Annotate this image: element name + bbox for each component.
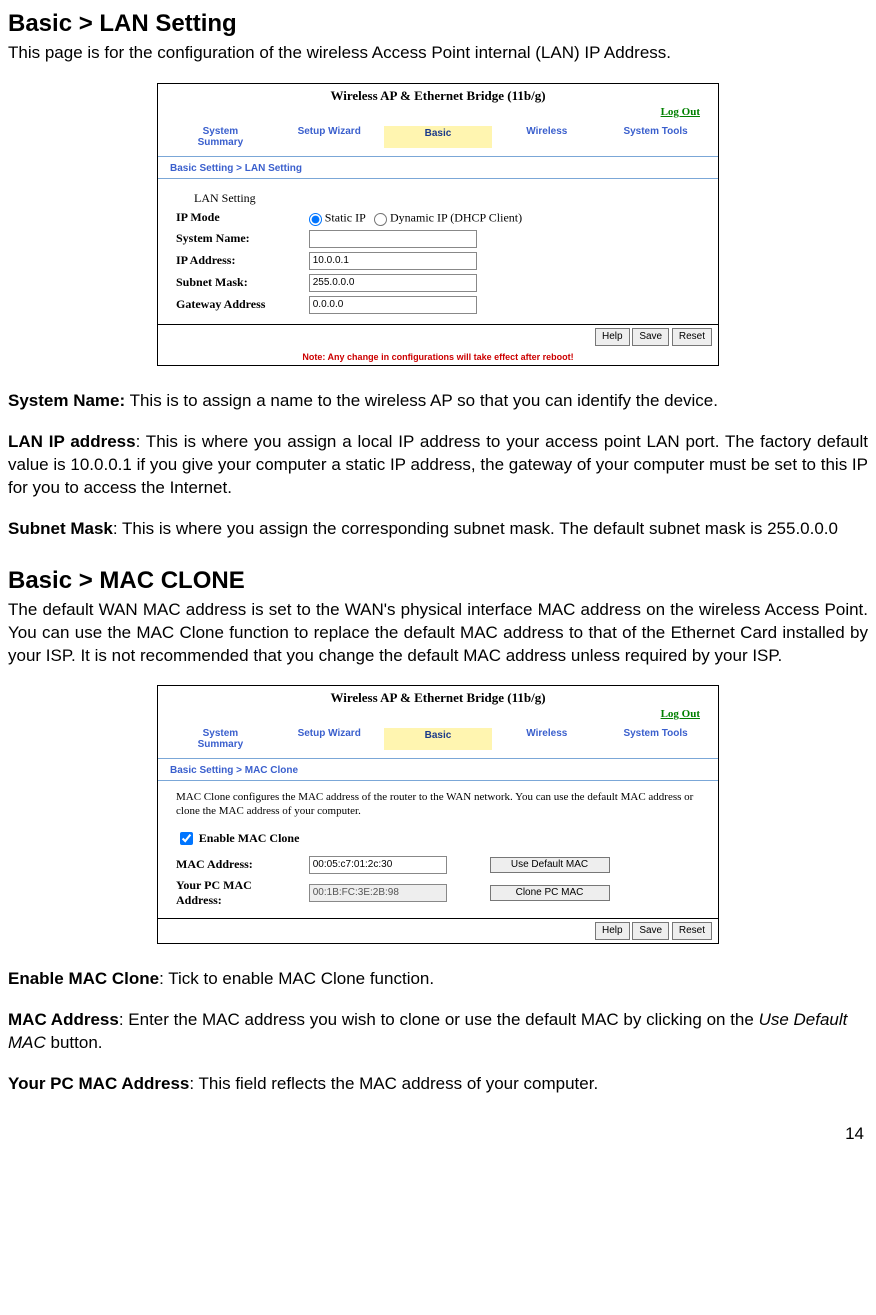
section-intro-mac: The default WAN MAC address is set to th… [8, 599, 868, 668]
reset-button[interactable]: Reset [672, 328, 712, 346]
mac-form: MAC Clone configures the MAC address of … [158, 785, 718, 918]
use-default-mac-button[interactable]: Use Default MAC [490, 857, 610, 873]
section-heading-mac: Basic > MAC CLONE [8, 567, 868, 595]
reset-button[interactable]: Reset [672, 922, 712, 940]
breadcrumb: Basic Setting > LAN Setting [158, 157, 718, 179]
reboot-note: Note: Any change in configurations will … [158, 349, 718, 365]
def-subnet-mask: Subnet Mask: This is where you assign th… [8, 518, 868, 541]
panel-title: Wireless AP & Ethernet Bridge (11b/g) [158, 686, 718, 708]
subnet-mask-input[interactable] [309, 274, 477, 292]
pc-mac-label: Your PC MACAddress: [176, 878, 306, 908]
clone-description: MAC Clone configures the MAC address of … [176, 789, 700, 825]
mac-panel: Wireless AP & Ethernet Bridge (11b/g) Lo… [157, 685, 719, 944]
button-row: Help Save Reset [158, 324, 718, 349]
ip-mode-label: IP Mode [176, 210, 306, 225]
help-button[interactable]: Help [595, 922, 630, 940]
nav-basic[interactable]: Basic [384, 728, 493, 750]
panel-title: Wireless AP & Ethernet Bridge (11b/g) [158, 84, 718, 106]
mac-address-label: MAC Address: [176, 857, 306, 872]
subnet-mask-label: Subnet Mask: [176, 275, 306, 290]
nav-system-summary[interactable]: SystemSummary [166, 126, 275, 148]
lan-setting-label: LAN Setting [194, 191, 256, 205]
nav-setup-wizard[interactable]: Setup Wizard [275, 126, 384, 148]
nav-wireless[interactable]: Wireless [492, 728, 601, 750]
help-button[interactable]: Help [595, 328, 630, 346]
logout-link[interactable]: Log Out [661, 708, 700, 720]
static-ip-radio[interactable] [309, 213, 322, 226]
nav-basic[interactable]: Basic [384, 126, 493, 148]
ip-address-input[interactable] [309, 252, 477, 270]
system-name-label: System Name: [176, 231, 306, 246]
system-name-input[interactable] [309, 230, 477, 248]
nav-system-tools[interactable]: System Tools [601, 728, 710, 750]
ip-address-label: IP Address: [176, 253, 306, 268]
gateway-input[interactable] [309, 296, 477, 314]
section-intro-lan: This page is for the configuration of th… [8, 42, 868, 65]
save-button[interactable]: Save [632, 328, 669, 346]
static-ip-label: Static IP [325, 210, 366, 224]
gateway-label: Gateway Address [176, 297, 306, 312]
nav-setup-wizard[interactable]: Setup Wizard [275, 728, 384, 750]
enable-mac-clone-label: Enable MAC Clone [199, 831, 300, 845]
nav-bar: SystemSummary Setup Wizard Basic Wireles… [158, 724, 718, 759]
clone-pc-mac-button[interactable]: Clone PC MAC [490, 885, 610, 901]
logout-link[interactable]: Log Out [661, 106, 700, 118]
pc-mac-input [309, 884, 447, 902]
enable-mac-clone-checkbox[interactable] [180, 832, 193, 845]
def-pc-mac-address: Your PC MAC Address: This field reflects… [8, 1073, 868, 1096]
section-heading-lan: Basic > LAN Setting [8, 10, 868, 38]
button-row: Help Save Reset [158, 918, 718, 943]
lan-form: LAN Setting IP Mode Static IP Dynamic IP… [158, 183, 718, 324]
def-lan-ip: LAN IP address: This is where you assign… [8, 431, 868, 500]
lan-panel-wrap: Wireless AP & Ethernet Bridge (11b/g) Lo… [8, 83, 868, 366]
save-button[interactable]: Save [632, 922, 669, 940]
dynamic-ip-label: Dynamic IP (DHCP Client) [390, 210, 522, 224]
breadcrumb: Basic Setting > MAC Clone [158, 759, 718, 781]
nav-system-summary[interactable]: SystemSummary [166, 728, 275, 750]
nav-bar: SystemSummary Setup Wizard Basic Wireles… [158, 122, 718, 157]
dynamic-ip-radio[interactable] [374, 213, 387, 226]
lan-panel: Wireless AP & Ethernet Bridge (11b/g) Lo… [157, 83, 719, 366]
def-system-name: System Name: This is to assign a name to… [8, 390, 868, 413]
def-enable-mac-clone: Enable MAC Clone: Tick to enable MAC Clo… [8, 968, 868, 991]
def-mac-address: MAC Address: Enter the MAC address you w… [8, 1009, 868, 1055]
mac-address-input[interactable] [309, 856, 447, 874]
nav-system-tools[interactable]: System Tools [601, 126, 710, 148]
mac-panel-wrap: Wireless AP & Ethernet Bridge (11b/g) Lo… [8, 685, 868, 944]
nav-wireless[interactable]: Wireless [492, 126, 601, 148]
page-number: 14 [8, 1124, 868, 1144]
